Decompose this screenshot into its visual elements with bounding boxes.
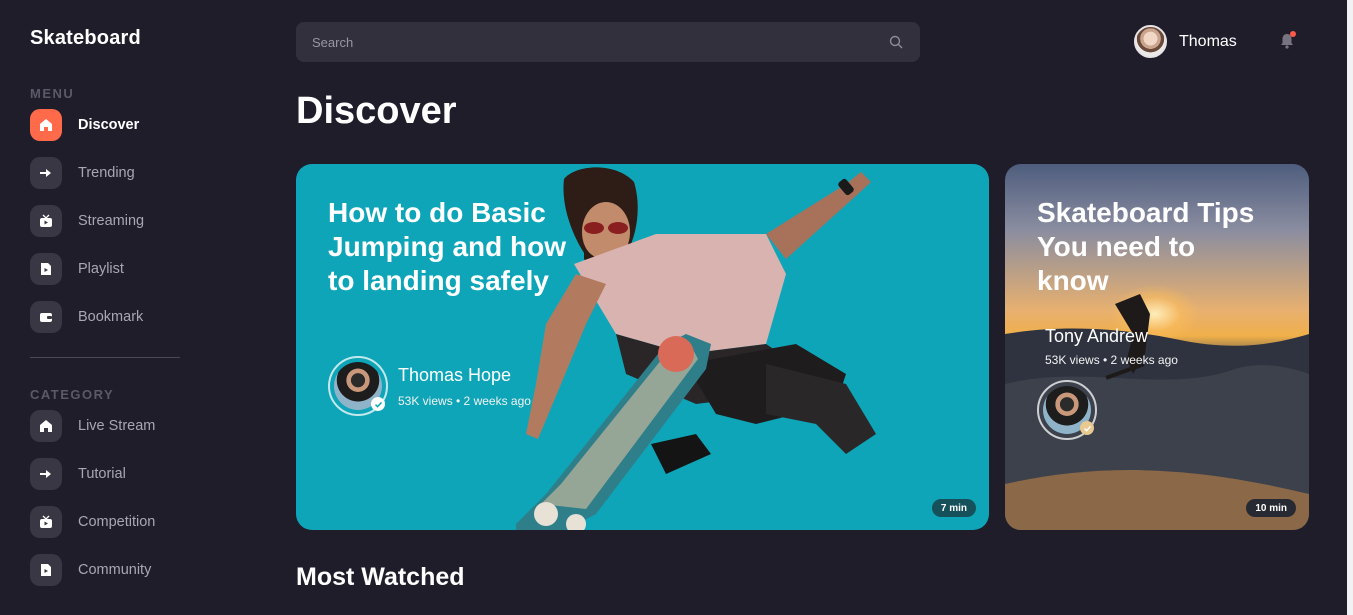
tv-icon [30, 205, 62, 237]
sidebar-item-streaming[interactable]: Streaming [30, 205, 144, 237]
secondary-video-title[interactable]: Skateboard Tips You need to know [1037, 196, 1267, 298]
sidebar-item-label: Streaming [78, 213, 145, 229]
sidebar-item-label: Playlist [78, 261, 124, 277]
tv-icon [30, 506, 62, 538]
sidebar-item-label: Discover [78, 117, 140, 133]
featured-video-title[interactable]: How to do Basic Jumping and how to landi… [328, 196, 578, 298]
author-name: Thomas Hope [398, 364, 512, 385]
category-section-title: CATEGORY [30, 387, 115, 402]
video-stats: 53K views • 2 weeks ago [398, 393, 531, 408]
sidebar-item-playlist[interactable]: Playlist [30, 253, 124, 285]
sidebar-item-label: Bookmark [78, 309, 144, 325]
author-meta: Thomas Hope 53K views • 2 weeks ago [398, 365, 531, 408]
app-logo[interactable]: Skateboard [30, 27, 141, 50]
sidebar-item-label: Tutorial [78, 466, 126, 482]
home-icon [30, 109, 62, 141]
playlist-icon [30, 253, 62, 285]
app-root: Skateboard MENU Discover Trending Stream… [0, 0, 1353, 615]
arrow-right-icon [30, 458, 62, 490]
featured-author[interactable]: Thomas Hope 53K views • 2 weeks ago [328, 356, 531, 416]
playlist-icon [30, 554, 62, 586]
search-bar[interactable] [296, 22, 920, 62]
sidebar-item-label: Community [78, 562, 152, 578]
page-title: Discover [296, 90, 457, 132]
avatar[interactable] [1134, 25, 1167, 58]
arrow-right-icon [30, 157, 62, 189]
avatar[interactable] [1037, 380, 1097, 440]
duration-badge: 10 min [1246, 499, 1296, 517]
featured-video-card[interactable]: How to do Basic Jumping and how to landi… [296, 164, 989, 530]
verified-check-icon [371, 397, 385, 411]
most-watched-heading: Most Watched [296, 563, 465, 591]
secondary-video-card[interactable]: Skateboard Tips You need to know Tony An… [1005, 164, 1309, 530]
sidebar: Skateboard MENU Discover Trending Stream… [0, 0, 240, 615]
author-name: Tony Andrew [1045, 326, 1149, 346]
sidebar-item-competition[interactable]: Competition [30, 506, 155, 538]
menu-section-title: MENU [30, 86, 75, 101]
notification-badge [1290, 31, 1296, 37]
wallet-icon [30, 301, 62, 333]
duration-badge: 7 min [931, 499, 976, 517]
verified-check-icon [1080, 421, 1094, 435]
scrollbar-thumb[interactable] [1347, 0, 1353, 615]
sidebar-item-trending[interactable]: Trending [30, 157, 135, 189]
sidebar-item-label: Competition [78, 514, 156, 530]
scrollbar[interactable] [1347, 0, 1353, 615]
sidebar-item-label: Live Stream [78, 418, 156, 434]
sidebar-item-tutorial[interactable]: Tutorial [30, 458, 126, 490]
sidebar-item-live-stream[interactable]: Live Stream [30, 410, 155, 442]
user-name: Thomas [1179, 32, 1237, 50]
avatar[interactable] [328, 356, 388, 416]
sidebar-item-bookmark[interactable]: Bookmark [30, 301, 143, 333]
video-stats: 53K views • 2 weeks ago [1045, 353, 1178, 367]
sidebar-item-community[interactable]: Community [30, 554, 151, 586]
sidebar-item-label: Trending [78, 165, 135, 181]
search-input[interactable] [312, 34, 888, 50]
user-profile[interactable]: Thomas [1134, 25, 1237, 58]
search-icon[interactable] [888, 34, 904, 50]
sidebar-divider [30, 357, 180, 358]
sidebar-item-discover[interactable]: Discover [30, 109, 139, 141]
bell-icon[interactable] [1278, 31, 1296, 50]
home-icon [30, 410, 62, 442]
